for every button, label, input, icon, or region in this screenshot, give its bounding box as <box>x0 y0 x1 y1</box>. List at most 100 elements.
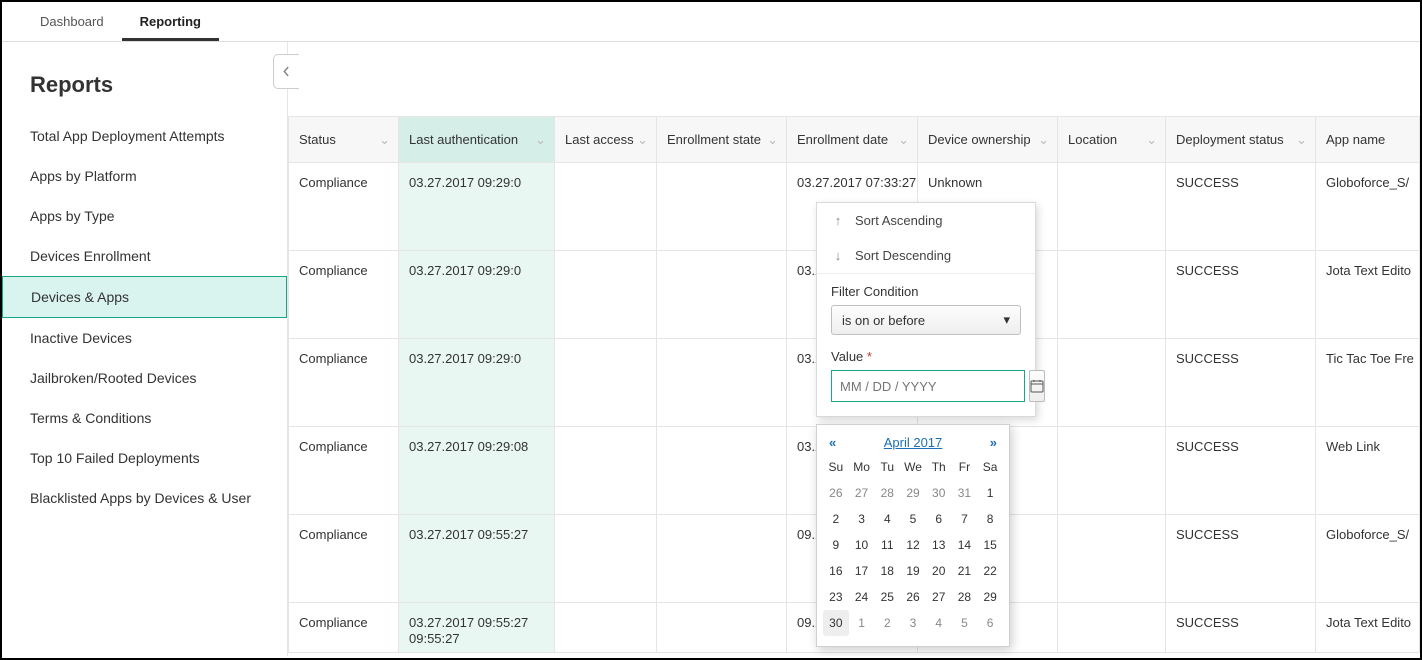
col-location[interactable]: Location⌄ <box>1058 117 1166 163</box>
calendar-day[interactable]: 2 <box>874 610 900 636</box>
calendar-day[interactable]: 3 <box>849 506 875 532</box>
sidebar-item[interactable]: Total App Deployment Attempts <box>2 116 287 156</box>
required-asterisk: * <box>867 349 872 364</box>
sidebar-item[interactable]: Top 10 Failed Deployments <box>2 438 287 478</box>
caret-down-icon: ▾ <box>1003 312 1010 328</box>
open-calendar-button[interactable] <box>1029 370 1045 402</box>
calendar-day[interactable]: 28 <box>952 584 978 610</box>
table-cell <box>555 515 657 603</box>
sidebar-item[interactable]: Inactive Devices <box>2 318 287 358</box>
calendar-day[interactable]: 20 <box>926 558 952 584</box>
table-cell: Globoforce_S/ <box>1316 515 1420 603</box>
calendar-day[interactable]: 30 <box>823 610 849 636</box>
calendar-day[interactable]: 22 <box>977 558 1003 584</box>
calendar-day[interactable]: 17 <box>849 558 875 584</box>
calendar-day[interactable]: 21 <box>952 558 978 584</box>
calendar-day[interactable]: 19 <box>900 558 926 584</box>
col-ownership[interactable]: Device ownership⌄ <box>918 117 1058 163</box>
chevron-down-icon[interactable]: ⌄ <box>767 132 778 148</box>
table-cell: 03.27.2017 09:29:0 <box>399 339 555 427</box>
chevron-down-icon[interactable]: ⌄ <box>1146 132 1157 148</box>
calendar-day[interactable]: 28 <box>874 480 900 506</box>
calendar-day[interactable]: 7 <box>952 506 978 532</box>
calendar-day[interactable]: 12 <box>900 532 926 558</box>
sidebar-item[interactable]: Devices Enrollment <box>2 236 287 276</box>
tab-reporting[interactable]: Reporting <box>122 4 219 41</box>
calendar-day[interactable]: 23 <box>823 584 849 610</box>
calendar-day[interactable]: 3 <box>900 610 926 636</box>
chevron-down-icon[interactable]: ⌄ <box>1296 132 1307 148</box>
calendar-day[interactable]: 8 <box>977 506 1003 532</box>
sort-ascending[interactable]: ↑ Sort Ascending <box>817 203 1035 238</box>
filter-condition-value: is on or before <box>842 313 925 328</box>
calendar-day[interactable]: 2 <box>823 506 849 532</box>
sidebar-item[interactable]: Terms & Conditions <box>2 398 287 438</box>
chevron-down-icon[interactable]: ⌄ <box>637 132 648 148</box>
col-deploy-status[interactable]: Deployment status⌄ <box>1166 117 1316 163</box>
calendar-day[interactable]: 16 <box>823 558 849 584</box>
calendar-day[interactable]: 18 <box>874 558 900 584</box>
sidebar-item[interactable]: Jailbroken/Rooted Devices <box>2 358 287 398</box>
chevron-down-icon[interactable]: ⌄ <box>379 132 390 148</box>
calendar-day[interactable]: 4 <box>874 506 900 532</box>
calendar-day[interactable]: 10 <box>849 532 875 558</box>
calendar-day[interactable]: 15 <box>977 532 1003 558</box>
filter-date-input[interactable] <box>831 370 1025 402</box>
table-cell: Jota Text Edito <box>1316 603 1420 653</box>
arrow-up-icon: ↑ <box>831 213 845 228</box>
sort-descending[interactable]: ↓ Sort Descending <box>817 238 1035 273</box>
calendar-day[interactable]: 24 <box>849 584 875 610</box>
table-cell: 03.27.2017 09:55:2709:55:27 <box>399 603 555 653</box>
sidebar-item[interactable]: Apps by Platform <box>2 156 287 196</box>
table-cell <box>657 603 787 653</box>
col-app-name[interactable]: App name <box>1316 117 1420 163</box>
chevron-down-icon[interactable]: ⌄ <box>1038 132 1049 148</box>
calendar-day[interactable]: 31 <box>952 480 978 506</box>
date-picker: « April 2017 » SuMoTuWeThFrSa26272829303… <box>816 424 1010 647</box>
arrow-down-icon: ↓ <box>831 248 845 263</box>
calendar-day[interactable]: 29 <box>900 480 926 506</box>
calendar-day[interactable]: 26 <box>900 584 926 610</box>
calendar-day[interactable]: 4 <box>926 610 952 636</box>
calendar-day[interactable]: 6 <box>926 506 952 532</box>
calendar-next[interactable]: » <box>990 435 997 450</box>
tab-dashboard[interactable]: Dashboard <box>22 4 122 41</box>
tab-bar: Dashboard Reporting <box>2 4 1420 42</box>
calendar-day[interactable]: 11 <box>874 532 900 558</box>
table-cell <box>555 163 657 251</box>
calendar-day[interactable]: 13 <box>926 532 952 558</box>
col-status[interactable]: Status⌄ <box>289 117 399 163</box>
sidebar-item[interactable]: Devices & Apps <box>2 276 287 318</box>
calendar-day[interactable]: 26 <box>823 480 849 506</box>
calendar-title[interactable]: April 2017 <box>884 435 943 450</box>
calendar-day[interactable]: 30 <box>926 480 952 506</box>
table-cell <box>1058 515 1166 603</box>
chevron-down-icon[interactable]: ⌄ <box>898 132 909 148</box>
calendar-day[interactable]: 27 <box>926 584 952 610</box>
col-last-auth[interactable]: Last authentication⌄ <box>399 117 555 163</box>
sidebar-item[interactable]: Apps by Type <box>2 196 287 236</box>
calendar-day[interactable]: 27 <box>849 480 875 506</box>
filter-condition-select[interactable]: is on or before ▾ <box>831 305 1021 335</box>
calendar-day[interactable]: 1 <box>849 610 875 636</box>
calendar-day[interactable]: 6 <box>977 610 1003 636</box>
calendar-dow: Tu <box>874 456 900 480</box>
calendar-dow: Th <box>926 456 952 480</box>
col-enroll-state[interactable]: Enrollment state⌄ <box>657 117 787 163</box>
calendar-day[interactable]: 25 <box>874 584 900 610</box>
table-cell: Compliance <box>289 339 399 427</box>
calendar-day[interactable]: 5 <box>900 506 926 532</box>
calendar-day[interactable]: 14 <box>952 532 978 558</box>
filter-value-label: Value * <box>831 349 1021 364</box>
calendar-day[interactable]: 9 <box>823 532 849 558</box>
calendar-day[interactable]: 29 <box>977 584 1003 610</box>
col-last-access[interactable]: Last access⌄ <box>555 117 657 163</box>
sidebar: Reports Total App Deployment AttemptsApp… <box>2 42 288 656</box>
calendar-day[interactable]: 5 <box>952 610 978 636</box>
calendar-day[interactable]: 1 <box>977 480 1003 506</box>
calendar-icon <box>1030 379 1044 393</box>
calendar-prev[interactable]: « <box>829 435 836 450</box>
col-enroll-date[interactable]: Enrollment date⌄ <box>787 117 918 163</box>
chevron-down-icon[interactable]: ⌄ <box>535 132 546 148</box>
sidebar-item[interactable]: Blacklisted Apps by Devices & User <box>2 478 287 518</box>
